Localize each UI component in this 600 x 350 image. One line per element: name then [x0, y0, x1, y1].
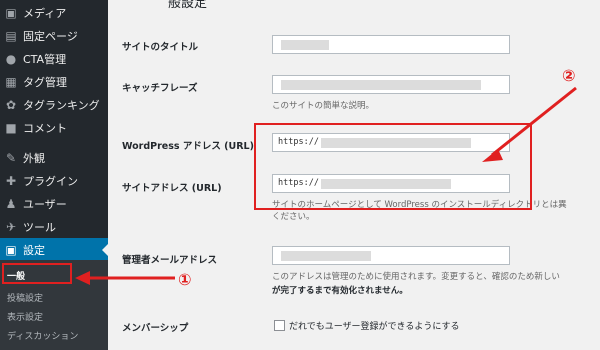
- arrowhead-url-fields: [482, 149, 503, 162]
- annotation-arrows: [75, 86, 577, 285]
- arrowhead-general: [75, 271, 90, 285]
- arrow-to-url-fields: [491, 86, 577, 157]
